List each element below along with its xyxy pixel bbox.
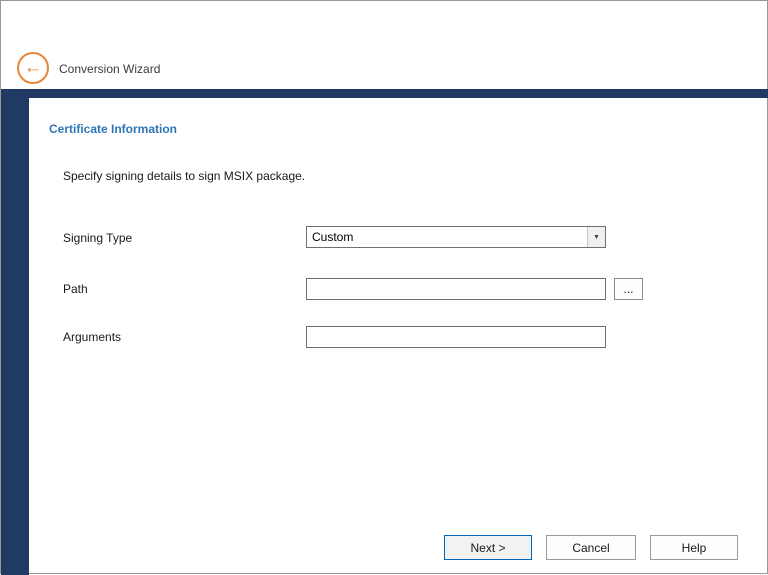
wizard-title: Conversion Wizard: [59, 62, 160, 76]
signing-type-value: Custom: [307, 227, 587, 247]
navy-left-band: [1, 89, 29, 575]
next-button[interactable]: Next >: [444, 535, 532, 560]
arguments-input[interactable]: [306, 326, 606, 348]
cancel-button[interactable]: Cancel: [546, 535, 636, 560]
page-title: Certificate Information: [49, 122, 177, 136]
navy-top-band: [1, 89, 768, 98]
path-label: Path: [63, 282, 88, 296]
back-arrow-icon: ←: [24, 58, 43, 77]
arguments-label: Arguments: [63, 330, 121, 344]
page-description: Specify signing details to sign MSIX pac…: [63, 169, 305, 183]
path-input[interactable]: [306, 278, 606, 300]
signing-type-combobox[interactable]: Custom ▼: [306, 226, 606, 248]
conversion-wizard-window: ✕ ← Conversion Wizard Certificate Inform…: [0, 0, 768, 574]
back-button[interactable]: ←: [17, 52, 49, 84]
help-button[interactable]: Help: [650, 535, 738, 560]
wizard-header: ← Conversion Wizard: [1, 1, 767, 89]
chevron-down-icon[interactable]: ▼: [587, 227, 605, 247]
browse-button[interactable]: ...: [614, 278, 643, 300]
signing-type-label: Signing Type: [63, 231, 132, 245]
